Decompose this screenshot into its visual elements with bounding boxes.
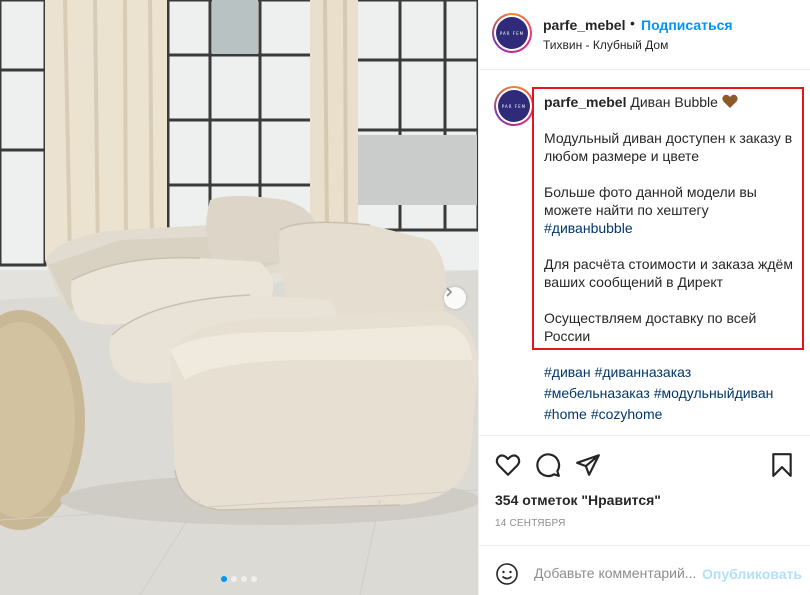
post-side-panel: PAR FEM parfe_mebel • Подписаться Тихвин… bbox=[478, 0, 810, 595]
comment-icon[interactable] bbox=[535, 452, 561, 478]
post-actions: 354 отметок "Нравится" 14 сентября bbox=[479, 435, 810, 545]
caption-line: Больше фото данной модели вы bbox=[544, 184, 757, 200]
carousel-dot bbox=[231, 576, 237, 582]
avatar-logo-text: PAR FEM bbox=[501, 103, 527, 109]
brown-heart-icon bbox=[722, 94, 738, 108]
hashtag-link[interactable]: #cozyhome bbox=[591, 406, 663, 422]
comment-input[interactable] bbox=[534, 562, 699, 584]
post-header: PAR FEM parfe_mebel • Подписаться Тихвин… bbox=[479, 0, 810, 70]
avatar-logo-text: PAR FEM bbox=[499, 30, 525, 36]
chevron-right-icon bbox=[446, 287, 453, 297]
caption-line: ваших сообщений в Директ bbox=[544, 274, 724, 290]
caption-line: Модульный диван доступен к заказу в bbox=[544, 130, 793, 146]
location-link[interactable]: Тихвин - Клубный Дом bbox=[543, 38, 668, 52]
caption-line: Осуществляем доставку по всей bbox=[544, 310, 757, 326]
caption-line: России bbox=[544, 328, 591, 344]
carousel-dot bbox=[241, 576, 247, 582]
caption-title: Диван Bubble bbox=[630, 94, 718, 110]
likes-count[interactable]: 354 отметок "Нравится" bbox=[495, 492, 661, 508]
post-date[interactable]: 14 сентября bbox=[495, 518, 566, 529]
header-separator: • bbox=[630, 15, 635, 31]
carousel-dot bbox=[251, 576, 257, 582]
sofa-photo-illustration bbox=[0, 0, 478, 595]
hashtag-link[interactable]: #мебельназаказ bbox=[544, 385, 650, 401]
carousel-dot-active bbox=[221, 576, 227, 582]
hashtag-link[interactable]: #диван bbox=[544, 364, 591, 380]
share-icon[interactable] bbox=[575, 452, 601, 478]
post-photo[interactable] bbox=[0, 0, 478, 595]
caption-line: Для расчёта стоимости и заказа ждём bbox=[544, 256, 793, 272]
header-username[interactable]: parfe_mebel bbox=[543, 17, 625, 33]
follow-button[interactable]: Подписаться bbox=[641, 17, 733, 33]
hashtag-link[interactable]: #модульныйдиван bbox=[654, 385, 774, 401]
caption-avatar[interactable]: PAR FEM bbox=[494, 86, 534, 126]
bookmark-icon[interactable] bbox=[769, 452, 795, 478]
caption-line: можете найти по хештегу bbox=[544, 202, 709, 218]
caption-username[interactable]: parfe_mebel bbox=[544, 94, 626, 110]
hashtag-link[interactable]: #диванbubble bbox=[544, 220, 633, 236]
instagram-post: PAR FEM parfe_mebel • Подписаться Тихвин… bbox=[0, 0, 810, 595]
hashtag-link[interactable]: #диванназаказ bbox=[595, 364, 692, 380]
next-slide-button[interactable] bbox=[444, 287, 466, 309]
hashtag-list: #диван #диванназаказ #мебельназаказ #модул… bbox=[544, 362, 802, 425]
carousel-indicator bbox=[0, 576, 478, 582]
hashtag-link[interactable]: #home bbox=[544, 406, 587, 422]
publish-button[interactable]: Опубликовать bbox=[702, 566, 802, 582]
caption-line: любом размере и цвете bbox=[544, 148, 700, 164]
heart-outline-icon[interactable] bbox=[495, 452, 521, 478]
avatar[interactable]: PAR FEM bbox=[492, 13, 532, 53]
comment-form: Опубликовать bbox=[479, 545, 810, 595]
post-caption: parfe_mebel Диван Bubble Модульный диван… bbox=[544, 93, 802, 345]
emoji-icon[interactable] bbox=[495, 562, 519, 586]
